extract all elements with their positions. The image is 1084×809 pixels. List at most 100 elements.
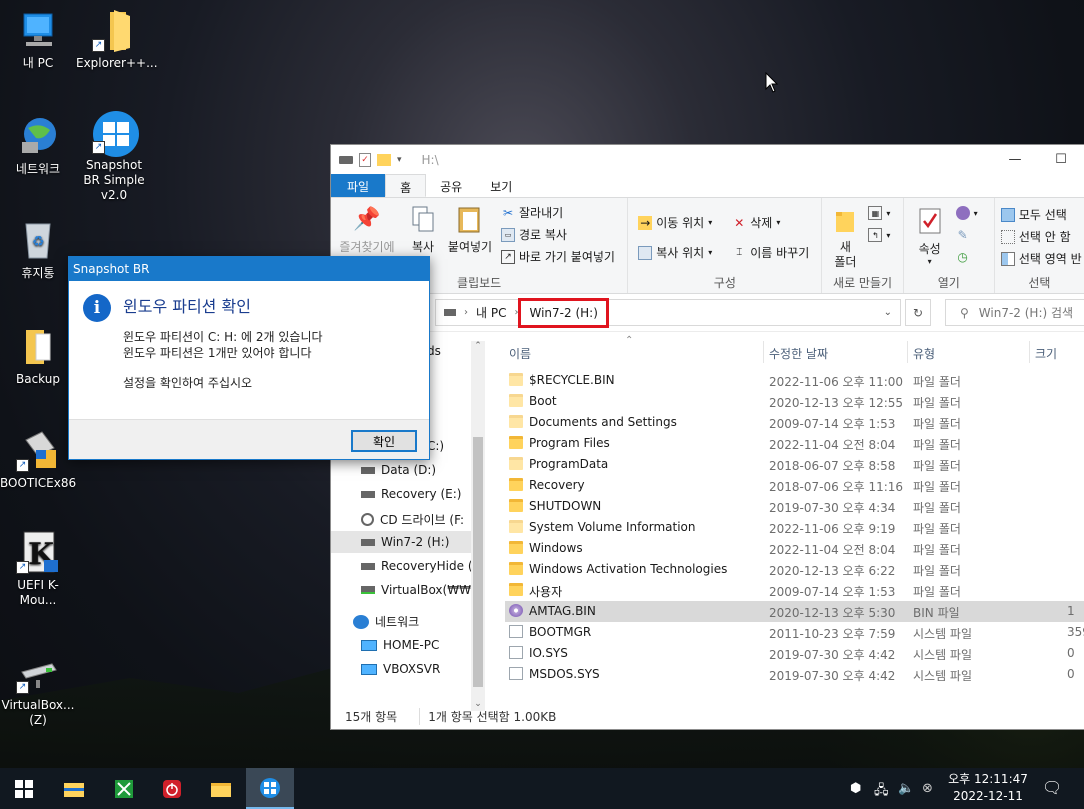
column-separator[interactable] <box>763 341 764 363</box>
nav-item-network[interactable]: 네트워크 <box>353 613 419 630</box>
breadcrumb-current[interactable]: Win7-2 (H:) <box>518 297 609 328</box>
nav-item-recovery-e[interactable]: Recovery (E:) <box>361 487 461 501</box>
no-sound-icon[interactable]: ⊗ <box>922 781 933 796</box>
copy-to-button[interactable]: 복사 위치 ▾ <box>638 244 712 261</box>
file-row[interactable]: SHUTDOWN 2019-07-30 오후 4:34 파일 폴더 <box>505 496 1084 517</box>
nav-item-data-d[interactable]: Data (D:) <box>361 463 436 477</box>
rename-button[interactable]: ⌶ 이름 바꾸기 <box>732 244 809 261</box>
nav-item-cd-f[interactable]: CD 드라이브 (F: <box>361 511 464 528</box>
tab-share[interactable]: 공유 <box>426 174 476 197</box>
maximize-button[interactable]: ☐ <box>1038 145 1084 174</box>
taskbar-power-button[interactable] <box>148 768 196 809</box>
column-header-date[interactable]: 수정한 날짜 <box>769 345 828 362</box>
search-icon: ⚲ <box>960 305 969 320</box>
copy-path-button[interactable]: ▭ 경로 복사 <box>501 226 567 243</box>
address-dropdown-icon[interactable]: ⌄ <box>884 307 892 318</box>
minimize-button[interactable]: — <box>992 145 1038 174</box>
file-row[interactable]: Windows Activation Technologies 2020-12-1… <box>505 559 1084 580</box>
nav-item-home-pc[interactable]: HOME-PC <box>361 638 439 652</box>
file-row[interactable]: ProgramData 2018-06-07 오후 8:58 파일 폴더 <box>505 454 1084 475</box>
nav-item-win7-h[interactable]: Win7-2 (H:) <box>331 531 473 553</box>
file-date: 2020-12-13 오후 12:55 <box>769 396 904 410</box>
desktop-icon-explorerpp[interactable]: ↗ Explorer++... <box>76 8 158 71</box>
file-row[interactable]: Program Files 2022-11-04 오전 8:04 파일 폴더 <box>505 433 1084 454</box>
history-button[interactable]: ◷ <box>956 250 970 264</box>
invert-selection-button[interactable]: 선택 영역 반 <box>1000 250 1082 267</box>
file-row[interactable]: AMTAG.BIN 2020-12-13 오후 5:30 BIN 파일 1 <box>505 601 1084 622</box>
new-item-button[interactable]: ▦ ▾ <box>868 206 890 220</box>
open-button[interactable]: ▾ <box>955 206 978 220</box>
file-row[interactable]: Boot 2020-12-13 오후 12:55 파일 폴더 <box>505 391 1084 412</box>
network-tray-icon[interactable]: 🖧 <box>874 781 889 803</box>
select-all-button[interactable]: 모두 선택 <box>1000 206 1067 223</box>
nav-scrollbar-thumb[interactable] <box>473 437 483 687</box>
column-header-name[interactable]: 이름 <box>509 345 531 362</box>
select-none-button[interactable]: 선택 안 함 <box>1000 228 1071 245</box>
properties-button[interactable]: 속성 ▾ <box>912 206 948 266</box>
nav-item-virtualbox-share[interactable]: VirtualBox(₩₩V <box>361 583 479 597</box>
ribbon-group-label: 열기 <box>937 276 960 290</box>
desktop-icon-network[interactable]: 네트워크 <box>0 114 76 177</box>
file-row[interactable]: IO.SYS 2019-07-30 오후 4:42 시스템 파일 0 <box>505 643 1084 664</box>
taskbar-snapshot-button[interactable] <box>246 768 294 809</box>
network-drive-icon <box>361 586 375 594</box>
snapshot-br-dialog[interactable]: Snapshot BR i 윈도우 파티션 확인 윈도우 파티션이 C: H: … <box>68 256 430 460</box>
paste-button[interactable]: 붙여넣기 <box>445 204 495 255</box>
paste-shortcut-button[interactable]: ↗ 바로 가기 붙여넣기 <box>501 248 615 265</box>
pin-quick-access-button[interactable]: 📌 즐겨찾기에 <box>335 204 399 255</box>
column-header-type[interactable]: 유형 <box>913 345 935 362</box>
explorer-window[interactable]: ✓ ▾ H:\ — ☐ 파일 홈 공유 보기 📌 즐겨찾기에 복사 붙여넣기 ✂… <box>330 144 1084 730</box>
delete-button[interactable]: ✕ 삭제 ▾ <box>732 214 780 231</box>
scroll-up-icon[interactable]: ⌃ <box>471 341 485 351</box>
windows-logo-icon <box>15 779 33 798</box>
desktop-icon-virtualbox-z[interactable]: ↗ VirtualBox... (Z) <box>0 650 76 728</box>
easy-access-button[interactable]: ↰ ▾ <box>868 228 890 242</box>
taskbar-app-button[interactable] <box>100 768 148 809</box>
file-row[interactable]: Recovery 2018-07-06 오후 11:16 파일 폴더 <box>505 475 1084 496</box>
desktop-icon-backup[interactable]: Backup <box>0 324 76 387</box>
desktop-icon-my-pc[interactable]: 내 PC <box>0 8 76 71</box>
search-input[interactable]: ⚲ Win7-2 (H:) 검색 <box>945 299 1084 326</box>
desktop-icon-uefi-kmouse[interactable]: K ↗ UEFI K-Mou... <box>0 530 76 608</box>
column-separator[interactable] <box>907 341 908 363</box>
file-row[interactable]: System Volume Information 2022-11-06 오후 9… <box>505 517 1084 538</box>
network-drive-tray-icon[interactable]: ⬢ <box>850 781 861 796</box>
tab-home[interactable]: 홈 <box>385 174 427 197</box>
file-row[interactable]: BOOTMGR 2011-10-23 오후 7:59 시스템 파일 359 <box>505 622 1084 643</box>
column-header-size[interactable]: 크기 <box>1035 345 1057 362</box>
properties-quick-icon[interactable]: ✓ <box>359 152 371 167</box>
desktop-icon-recycle-bin[interactable]: ♻ 휴지통 <box>0 218 76 281</box>
copy-button[interactable]: 복사 <box>405 204 441 255</box>
tab-file[interactable]: 파일 <box>331 174 386 197</box>
ok-button[interactable]: 확인 <box>351 430 417 452</box>
drive-icon <box>444 309 456 316</box>
cut-button[interactable]: ✂ 잘라내기 <box>501 204 563 221</box>
ribbon-group-label: 선택 <box>1028 276 1051 290</box>
start-button[interactable] <box>0 768 48 809</box>
desktop-icon-snapshot[interactable]: ↗ Snapshot BR Simple v2.0 <box>76 110 152 203</box>
new-folder-button[interactable]: 새 폴더 <box>830 206 860 270</box>
tab-view[interactable]: 보기 <box>476 174 526 197</box>
taskbar-files-button[interactable] <box>197 768 245 809</box>
address-input[interactable]: › 내 PC › Win7-2 (H:) ⌄ <box>435 297 901 328</box>
move-to-icon: → <box>638 215 653 230</box>
nav-item-vboxsvr[interactable]: VBOXSVR <box>361 662 440 676</box>
column-separator[interactable] <box>1029 341 1030 363</box>
breadcrumb-my-pc[interactable]: 내 PC <box>476 304 506 321</box>
file-row[interactable]: MSDOS.SYS 2019-07-30 오후 4:42 시스템 파일 0 <box>505 664 1084 685</box>
file-row[interactable]: $RECYCLE.BIN 2022-11-06 오후 11:00 파일 폴더 <box>505 370 1084 391</box>
file-row[interactable]: Windows 2022-11-04 오전 8:04 파일 폴더 <box>505 538 1084 559</box>
volume-icon[interactable]: 🔈 <box>898 781 914 796</box>
edit-button[interactable]: ✎ <box>956 228 970 242</box>
nav-item-recoveryhide-i[interactable]: RecoveryHide (I: <box>361 559 480 573</box>
notification-icon[interactable]: 🗨 <box>1042 778 1062 797</box>
taskbar-explorer-button[interactable] <box>50 768 98 809</box>
refresh-button[interactable]: ↻ <box>905 299 931 326</box>
file-row[interactable]: Documents and Settings 2009-07-14 오후 1:53… <box>505 412 1084 433</box>
quick-access-dropdown-icon[interactable]: ▾ <box>397 155 402 165</box>
move-to-button[interactable]: → 이동 위치 ▾ <box>638 214 712 231</box>
new-folder-quick-icon[interactable] <box>377 153 391 166</box>
clock[interactable]: 오후 12:11:47 2022-12-11 <box>948 771 1028 805</box>
file-row[interactable]: 사용자 2009-07-14 오후 1:53 파일 폴더 <box>505 580 1084 601</box>
desktop-icon-bootice[interactable]: ↗ BOOTICEx86 <box>0 428 76 491</box>
